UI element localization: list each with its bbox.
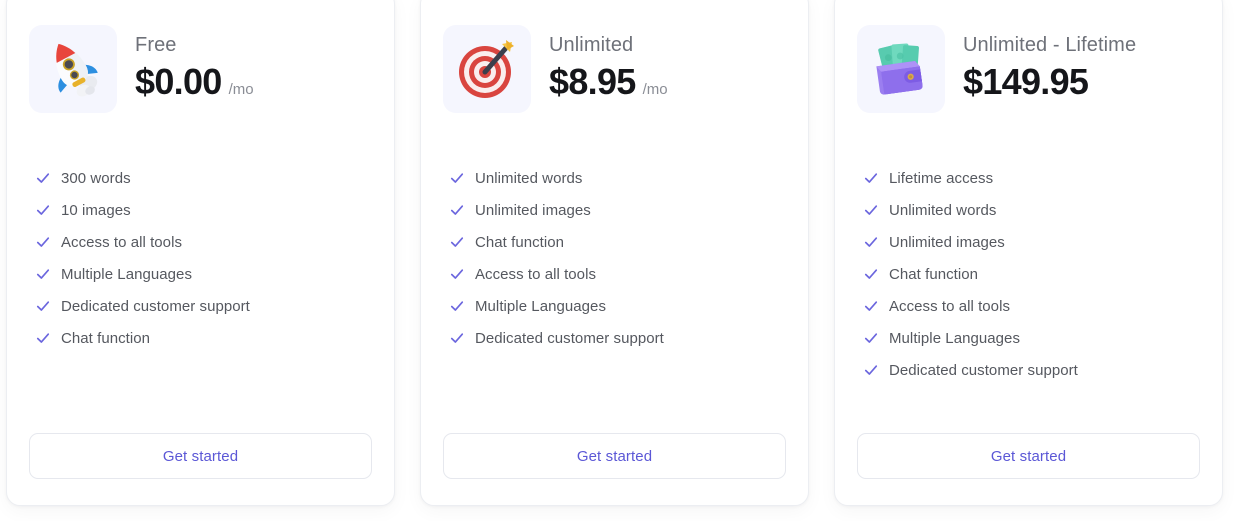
feature-label: Dedicated customer support (475, 329, 664, 347)
feature-item: Dedicated customer support (857, 354, 1200, 386)
plan-header: Free $0.00/mo (29, 23, 372, 115)
plan-card: Unlimited $8.95/mo Unlimited words Unlimi… (420, 0, 809, 506)
check-icon (450, 171, 464, 185)
plan-price: $0.00 (135, 61, 222, 103)
feature-label: Lifetime access (889, 169, 994, 187)
feature-label: Multiple Languages (475, 297, 606, 315)
pricing-plans-grid: Free $0.00/mo 300 words 10 images Access … (0, 0, 1241, 521)
feature-list: 300 words 10 images Access to all tools … (29, 162, 372, 433)
feature-item: Chat function (857, 258, 1200, 290)
check-icon (36, 235, 50, 249)
check-icon (864, 363, 878, 377)
feature-item: Chat function (29, 322, 372, 354)
plan-name: Unlimited (549, 34, 634, 57)
plan-name: Unlimited - Lifetime (963, 34, 1137, 57)
feature-item: Unlimited words (443, 162, 786, 194)
feature-item: Unlimited words (857, 194, 1200, 226)
feature-item: Multiple Languages (29, 258, 372, 290)
plan-price-row: $8.95/mo (549, 61, 668, 102)
target-icon (443, 25, 531, 113)
plan-price-row: $0.00/mo (135, 61, 254, 102)
check-icon (450, 299, 464, 313)
feature-label: 10 images (61, 201, 131, 219)
plan-billing-period: /mo (642, 81, 668, 99)
feature-item: Unlimited images (857, 226, 1200, 258)
cta-wrap: Get started (29, 433, 372, 505)
check-icon (450, 203, 464, 217)
plan-price: $149.95 (963, 61, 1089, 103)
check-icon (36, 299, 50, 313)
feature-item: Multiple Languages (443, 290, 786, 322)
check-icon (864, 267, 878, 281)
feature-item: Dedicated customer support (29, 290, 372, 322)
check-icon (864, 299, 878, 313)
cta-wrap: Get started (443, 433, 786, 505)
cta-wrap: Get started (857, 433, 1200, 505)
feature-item: Multiple Languages (857, 322, 1200, 354)
feature-item: Access to all tools (443, 258, 786, 290)
plan-card: Unlimited - Lifetime $149.95 Lifetime acc… (834, 0, 1223, 506)
rocket-icon (29, 25, 117, 113)
feature-label: Unlimited words (475, 169, 583, 187)
plan-header: Unlimited - Lifetime $149.95 (857, 23, 1200, 115)
get-started-button[interactable]: Get started (857, 433, 1200, 479)
feature-item: 300 words (29, 162, 372, 194)
plan-meta: Free $0.00/mo (135, 33, 254, 104)
feature-label: Chat function (889, 265, 979, 283)
check-icon (864, 331, 878, 345)
plan-name: Free (135, 34, 177, 57)
feature-item: Chat function (443, 226, 786, 258)
feature-item: 10 images (29, 194, 372, 226)
check-icon (36, 203, 50, 217)
feature-list: Unlimited words Unlimited images Chat fu… (443, 162, 786, 433)
check-icon (864, 203, 878, 217)
feature-label: Chat function (61, 329, 151, 347)
feature-label: Dedicated customer support (61, 297, 250, 315)
feature-label: Access to all tools (889, 297, 1011, 315)
check-icon (864, 235, 878, 249)
feature-label: Multiple Languages (61, 265, 192, 283)
check-icon (450, 235, 464, 249)
check-icon (36, 171, 50, 185)
feature-label: Multiple Languages (889, 329, 1020, 347)
plan-billing-period: /mo (228, 81, 254, 99)
plan-price: $8.95 (549, 61, 636, 103)
check-icon (36, 267, 50, 281)
check-icon (450, 267, 464, 281)
feature-item: Unlimited images (443, 194, 786, 226)
plan-price-row: $149.95 (963, 61, 1136, 102)
plan-card: Free $0.00/mo 300 words 10 images Access … (6, 0, 395, 506)
feature-label: Access to all tools (475, 265, 597, 283)
feature-list: Lifetime access Unlimited words Unlimite… (857, 162, 1200, 433)
feature-item: Access to all tools (29, 226, 372, 258)
wallet-icon (857, 25, 945, 113)
plan-meta: Unlimited $8.95/mo (549, 33, 668, 104)
check-icon (36, 331, 50, 345)
check-icon (450, 331, 464, 345)
plan-meta: Unlimited - Lifetime $149.95 (963, 33, 1136, 104)
feature-item: Dedicated customer support (443, 322, 786, 354)
feature-label: Unlimited words (889, 201, 997, 219)
feature-label: Access to all tools (61, 233, 183, 251)
feature-label: Dedicated customer support (889, 361, 1078, 379)
plan-header: Unlimited $8.95/mo (443, 23, 786, 115)
feature-label: 300 words (61, 169, 131, 187)
feature-item: Lifetime access (857, 162, 1200, 194)
check-icon (864, 171, 878, 185)
feature-label: Unlimited images (889, 233, 1005, 251)
feature-item: Access to all tools (857, 290, 1200, 322)
get-started-button[interactable]: Get started (29, 433, 372, 479)
get-started-button[interactable]: Get started (443, 433, 786, 479)
feature-label: Unlimited images (475, 201, 591, 219)
feature-label: Chat function (475, 233, 565, 251)
